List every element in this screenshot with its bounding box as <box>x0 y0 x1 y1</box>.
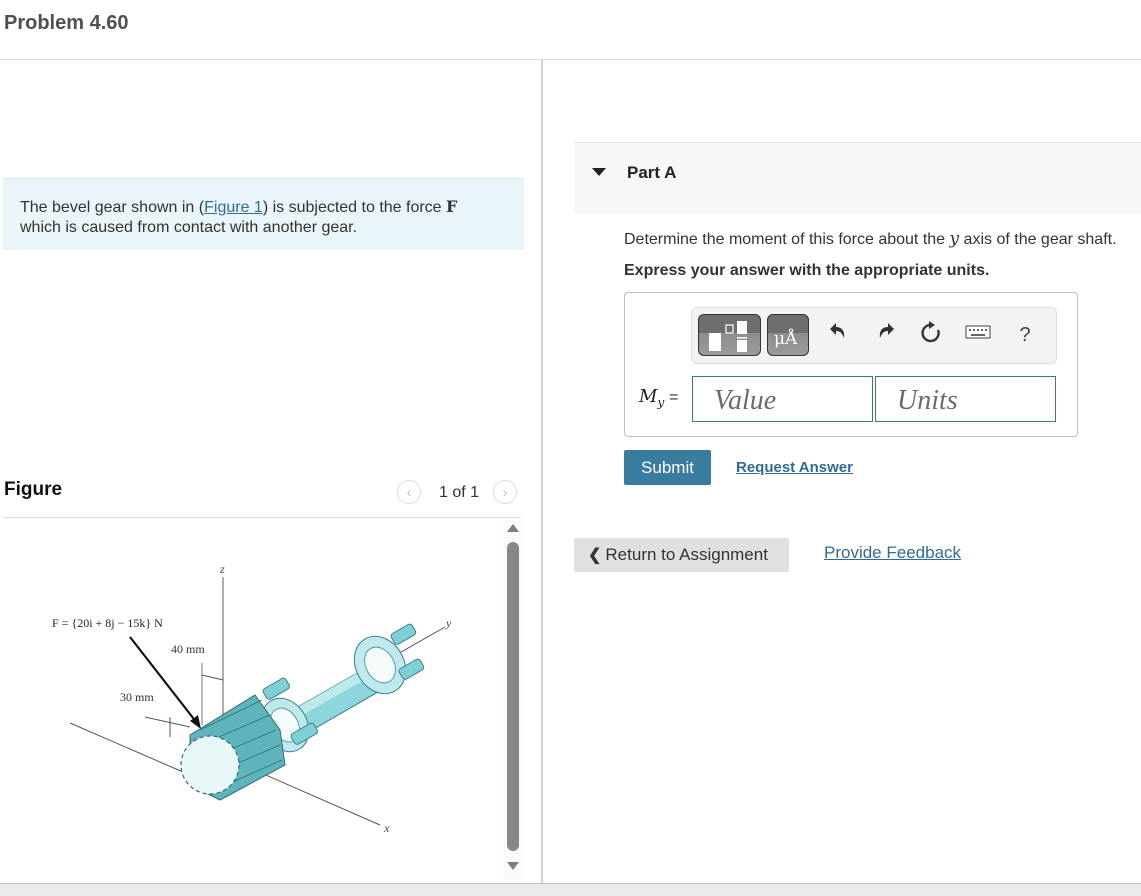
intro-text-line2: which is caused from contact with anothe… <box>20 219 358 236</box>
gear-face <box>180 735 240 795</box>
scrollbar-thumb[interactable] <box>507 542 519 851</box>
force-symbol: F <box>446 197 458 216</box>
question-end: axis of the gear shaft. <box>959 231 1117 248</box>
figure-heading: Figure <box>4 479 63 500</box>
units-symbol-icon: μÅ <box>774 329 798 349</box>
reset-button[interactable] <box>917 321 945 349</box>
value-input[interactable] <box>692 376 873 422</box>
question-text: Determine the moment of this force about… <box>624 229 1117 249</box>
part-a-header[interactable]: Part A <box>574 142 1141 214</box>
intro-text-start: The bevel gear shown in ( <box>20 199 205 216</box>
redo-icon <box>879 323 894 338</box>
templates-button[interactable] <box>698 314 761 356</box>
math-toolbar: μÅ ? <box>691 307 1057 364</box>
units-input[interactable] <box>875 376 1056 422</box>
page-title: Problem 4.60 <box>4 12 129 34</box>
axis-y-label: y <box>445 616 452 630</box>
answer-variable-main: M <box>639 386 658 407</box>
question-variable: y <box>949 229 960 249</box>
request-answer-link[interactable]: Request Answer <box>736 459 853 476</box>
provide-feedback-link[interactable]: Provide Feedback <box>824 543 961 563</box>
header-divider <box>0 59 1141 60</box>
part-a-label: Part A <box>627 163 677 182</box>
chevron-right-icon: › <box>502 484 508 500</box>
figure-counter: 1 of 1 <box>439 484 480 501</box>
equals-sign: = <box>669 389 679 406</box>
force-label: F = {20i + 8j − 15k} N <box>52 616 163 630</box>
panel-divider[interactable] <box>541 60 543 885</box>
axis-z-label: z <box>219 562 225 576</box>
chevron-left-icon: ‹ <box>406 484 412 500</box>
collapse-triangle-icon[interactable] <box>592 168 606 176</box>
undo-icon <box>830 323 845 338</box>
axis-x-label: x <box>383 821 390 835</box>
return-label: Return to Assignment <box>605 545 768 564</box>
bottom-bar <box>0 883 1141 896</box>
figure-prev-button[interactable]: ‹ <box>397 480 421 504</box>
undo-button[interactable] <box>824 321 852 347</box>
dimension-30mm: 30 mm <box>120 690 154 704</box>
reference-line <box>69 722 191 776</box>
keyboard-icon <box>965 325 991 339</box>
intro-text: The bevel gear shown in (Figure 1) is su… <box>20 197 510 238</box>
answer-variable-sub: y <box>657 395 665 410</box>
question-start: Determine the moment of this force about… <box>624 231 950 248</box>
intro-text-mid: ) is subjected to the force <box>262 199 447 216</box>
scroll-up-arrow-icon[interactable] <box>507 524 519 532</box>
redo-button[interactable] <box>872 321 900 347</box>
return-to-assignment-button[interactable]: ❮ Return to Assignment <box>574 538 789 572</box>
templates-icon <box>709 321 747 352</box>
bevel-gear-figure: z y x F = {20i + 8j − 15k} N 40 mm 30 mm <box>52 562 452 835</box>
figure-link[interactable]: Figure 1 <box>204 199 263 216</box>
answer-instruction: Express your answer with the appropriate… <box>624 262 990 279</box>
help-button[interactable]: ? <box>1011 324 1039 347</box>
units-button[interactable]: μÅ <box>767 314 809 356</box>
scroll-down-arrow-icon[interactable] <box>507 862 519 870</box>
figure-next-button[interactable]: › <box>493 480 517 504</box>
problem-intro: The bevel gear shown in (Figure 1) is su… <box>3 178 524 250</box>
submit-button[interactable]: Submit <box>624 450 711 485</box>
keyboard-button[interactable] <box>964 321 992 347</box>
answer-variable-label: My <box>639 386 664 410</box>
dimension-40mm: 40 mm <box>171 642 205 656</box>
reset-icon <box>921 321 940 343</box>
figure-divider <box>3 517 521 518</box>
chevron-left-icon: ❮ <box>588 547 602 564</box>
